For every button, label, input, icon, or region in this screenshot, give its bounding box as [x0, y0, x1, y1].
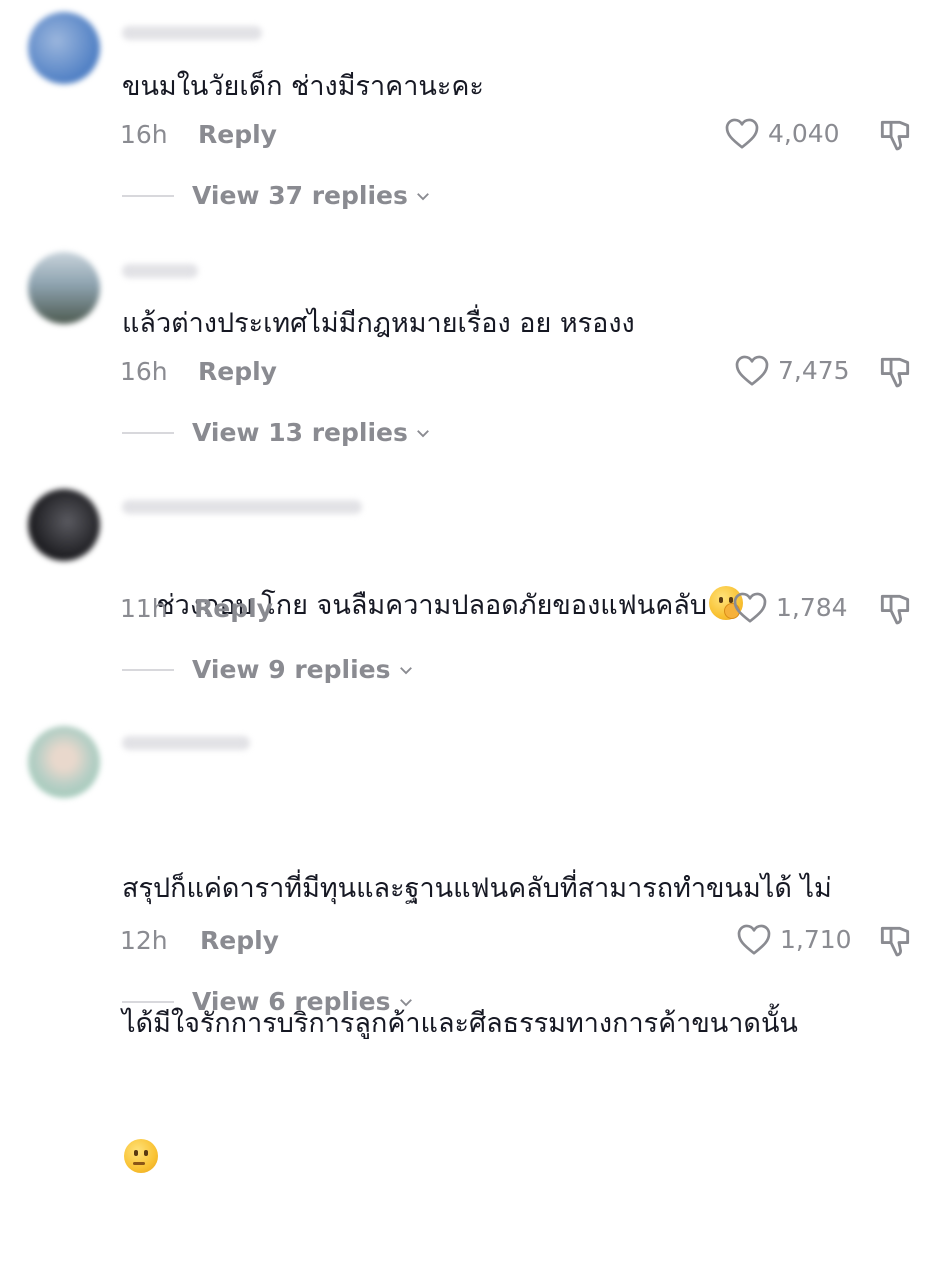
- avatar[interactable]: [28, 726, 100, 798]
- reply-button[interactable]: Reply: [200, 926, 279, 955]
- chevron-down-icon: [399, 998, 412, 1006]
- heart-outline-icon: [735, 355, 769, 386]
- view-replies-label: View 13 replies: [192, 418, 408, 447]
- like-button[interactable]: 7,475: [734, 353, 850, 387]
- comment-time: 12h: [120, 926, 168, 955]
- heart-outline-icon: [725, 118, 759, 149]
- like-count: 1,784: [776, 592, 848, 622]
- reply-button[interactable]: Reply: [198, 120, 277, 149]
- view-replies-button[interactable]: View 37 replies: [122, 181, 432, 210]
- avatar[interactable]: [28, 12, 100, 84]
- heart-outline-icon: [737, 924, 771, 955]
- thumbs-down-icon[interactable]: [876, 922, 914, 960]
- avatar[interactable]: [28, 489, 100, 561]
- comment-time: 11h: [120, 594, 168, 623]
- divider-line: [122, 1000, 174, 1003]
- heart-outline-icon: [733, 592, 767, 623]
- chevron-down-icon: [416, 429, 429, 437]
- like-button[interactable]: 4,040: [724, 116, 840, 150]
- like-button[interactable]: 1,710: [736, 922, 852, 956]
- thumbs-down-icon[interactable]: [876, 590, 914, 628]
- like-count: 4,040: [768, 118, 840, 148]
- comment-time: 16h: [120, 357, 168, 386]
- reply-button[interactable]: Reply: [198, 357, 277, 386]
- username[interactable]: [122, 26, 262, 40]
- like-button[interactable]: 1,784: [732, 590, 848, 624]
- reply-button[interactable]: Reply: [194, 594, 273, 623]
- like-count: 1,710: [780, 924, 852, 954]
- view-replies-label: View 9 replies: [192, 655, 391, 684]
- divider-line: [122, 668, 174, 671]
- comment-text: แล้วต่างประเทศไม่มีกฎหมายเรื่อง อย หรองง: [122, 308, 635, 339]
- comment-text: ขนมในวัยเด็ก ช่างมีราคานะคะ: [122, 71, 484, 102]
- view-replies-label: View 37 replies: [192, 181, 408, 210]
- comment-text-line: สรุปก็แค่ดาราที่มีทุนและฐานแฟนคลับที่สาม…: [122, 873, 832, 904]
- view-replies-label: View 6 replies: [192, 987, 391, 1016]
- username[interactable]: [122, 736, 250, 750]
- thinking-face-icon: [124, 1139, 158, 1173]
- view-replies-button[interactable]: View 13 replies: [122, 418, 432, 447]
- divider-line: [122, 431, 174, 434]
- view-replies-button[interactable]: View 6 replies: [122, 987, 415, 1016]
- chevron-down-icon: [416, 192, 429, 200]
- divider-line: [122, 194, 174, 197]
- like-count: 7,475: [778, 355, 850, 385]
- thumbs-down-icon[interactable]: [876, 353, 914, 391]
- thumbs-down-icon[interactable]: [876, 116, 914, 154]
- avatar[interactable]: [28, 252, 100, 324]
- view-replies-button[interactable]: View 9 replies: [122, 655, 415, 684]
- chevron-down-icon: [399, 666, 412, 674]
- comment-time: 16h: [120, 120, 168, 149]
- username[interactable]: [122, 500, 362, 514]
- username[interactable]: [122, 264, 198, 278]
